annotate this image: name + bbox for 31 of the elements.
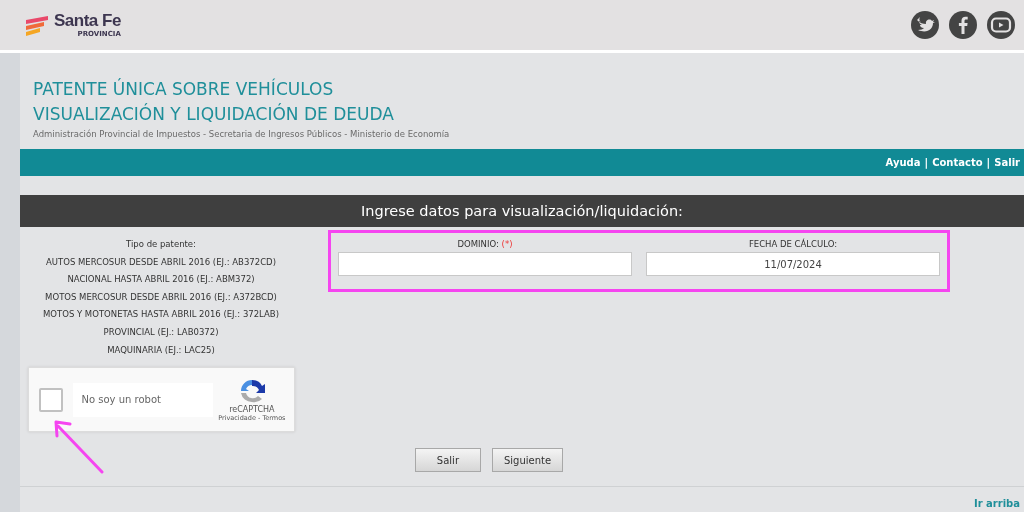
youtube-icon[interactable] bbox=[986, 10, 1016, 40]
plate-type-example: MOTOS Y MOTONETAS HASTA ABRIL 2016 (EJ.: 372LAB) bbox=[42, 308, 279, 322]
nav-link[interactable]: Ayuda bbox=[885, 157, 921, 168]
captcha-checkbox[interactable] bbox=[38, 387, 63, 412]
plate-type-example: AUTOS MERCOSUR DESDE ABRIL 2016 (EJ.: AB372CD) bbox=[46, 255, 276, 269]
plate-type-example: MAQUINARIA (EJ.: LAC25) bbox=[107, 343, 215, 357]
field-label: FECHA DE CÁLCULO: bbox=[748, 239, 838, 249]
form-button[interactable]: Salir bbox=[414, 448, 481, 473]
annotation-arrow bbox=[52, 418, 104, 474]
plate-type-example: MOTOS MERCOSUR DESDE ABRIL 2016 (EJ.: A372BCD) bbox=[45, 290, 277, 304]
form-title-bar: Ingrese datos para visualización/liquidación: bbox=[20, 195, 1024, 227]
captcha-label: No soy un robot bbox=[72, 382, 213, 417]
logo-text: Santa Fe bbox=[54, 12, 121, 30]
form-button[interactable]: Siguiente bbox=[491, 448, 564, 473]
nav-separator: | bbox=[986, 157, 991, 168]
nav-separator: | bbox=[924, 157, 929, 168]
logo-icon bbox=[24, 14, 50, 36]
twitter-icon[interactable] bbox=[910, 10, 940, 40]
page-title: PATENTE ÚNICA SOBRE VEHÍCULOS bbox=[33, 77, 335, 101]
nav-link[interactable]: Salir bbox=[994, 157, 1020, 168]
page-subtitle: Administración Provincial de Impuestos - Secretaria de Ingresos Públicos - Ministerio de Economía bbox=[33, 129, 451, 139]
input-field[interactable] bbox=[338, 252, 632, 276]
captcha-brand: reCAPTCHA bbox=[229, 405, 275, 415]
plate-types-heading: Tipo de patente: bbox=[126, 238, 196, 251]
input-field[interactable]: 11/07/2024 bbox=[646, 252, 940, 276]
nav-link[interactable]: Contacto bbox=[932, 157, 983, 168]
plate-type-example: NACIONAL HASTA ABRIL 2016 (EJ.: ABM372) bbox=[67, 273, 255, 287]
field-label: DOMINIO: (*) bbox=[457, 239, 513, 249]
facebook-icon[interactable] bbox=[948, 10, 978, 40]
page-title: VISUALIZACIÓN Y LIQUIDACIÓN DE DEUDA bbox=[33, 102, 395, 126]
plate-type-example: PROVINCIAL (EJ.: LAB0372) bbox=[103, 325, 219, 339]
